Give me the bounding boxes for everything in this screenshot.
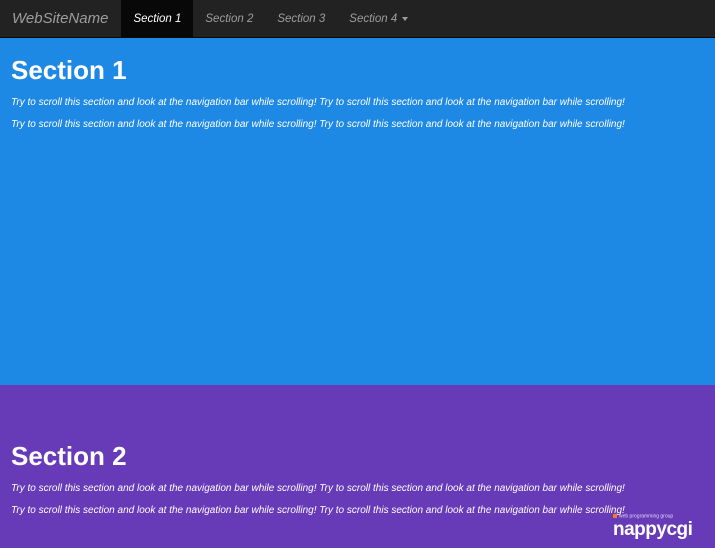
nappycgi-watermark-logo: web programming group nappycgi — [613, 514, 705, 540]
section-paragraph: Try to scroll this section and look at t… — [11, 505, 625, 516]
logo-mark-icon — [613, 514, 617, 518]
caret-down-icon — [402, 17, 409, 21]
nav-item-section-2[interactable]: Section 2 — [193, 0, 265, 37]
brand-link[interactable]: WebSiteName — [0, 0, 120, 37]
navigation-bar: WebSiteName Section 1 Section 2 Section … — [0, 0, 715, 38]
section-paragraph: Try to scroll this section and look at t… — [11, 119, 625, 130]
nav-dropdown-section-4[interactable]: Section 4 — [337, 0, 420, 37]
section-title: Section 1 — [11, 55, 127, 85]
section-paragraph: Try to scroll this section and look at t… — [11, 483, 625, 494]
section-title: Section 2 — [11, 441, 127, 471]
nav-item-section-3[interactable]: Section 3 — [265, 0, 337, 37]
section-2: Section 2 Try to scroll this section and… — [0, 385, 715, 548]
section-paragraph: Try to scroll this section and look at t… — [11, 97, 625, 108]
nav-item-section-1[interactable]: Section 1 — [121, 0, 194, 37]
watermark-logo-text: nappycgi — [613, 519, 693, 540]
section-1: Section 1 Try to scroll this section and… — [0, 38, 715, 385]
nav-dropdown-label: Section 4 — [349, 12, 398, 25]
